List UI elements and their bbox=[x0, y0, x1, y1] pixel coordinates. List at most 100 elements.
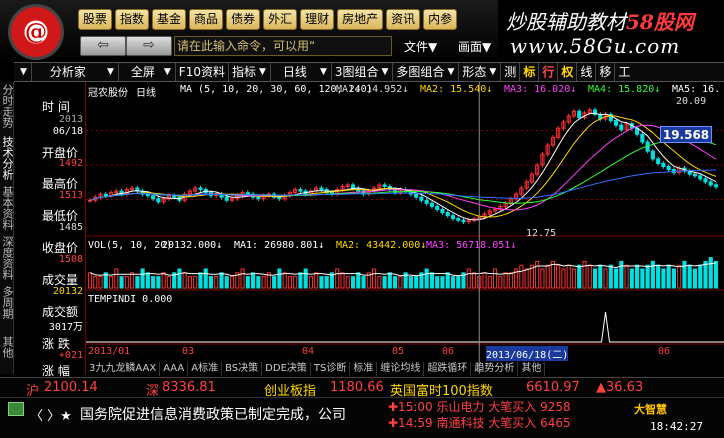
volume-bar bbox=[145, 272, 150, 289]
volume-bar bbox=[203, 268, 208, 289]
volume-bar bbox=[208, 276, 214, 289]
vtab-timeshare[interactable]: 分时走势 bbox=[1, 84, 14, 128]
back-button[interactable]: ⇦ bbox=[80, 36, 126, 56]
trade-row[interactable]: ✚15:00 乐山电力 大笔买入 9258 bbox=[388, 399, 626, 415]
btab-standard[interactable]: 标准 bbox=[350, 362, 378, 376]
btab-ts[interactable]: TS诊断 bbox=[311, 362, 351, 376]
volume-bar bbox=[424, 268, 429, 289]
vtab-basic[interactable]: 基本资料 bbox=[1, 186, 14, 230]
sh-value[interactable]: 2100.14 bbox=[44, 380, 98, 395]
ft-value[interactable]: 6610.97 bbox=[526, 380, 580, 395]
clock: 18:42:27 bbox=[650, 420, 703, 433]
cy-value[interactable]: 1180.66 bbox=[330, 380, 384, 395]
volume-bar bbox=[282, 272, 287, 289]
volume-bar bbox=[698, 264, 703, 289]
menu-insider[interactable]: 内参 bbox=[423, 9, 458, 30]
chevron-down-icon[interactable]: ▼ bbox=[259, 63, 270, 81]
candle-body bbox=[429, 202, 434, 207]
main-menu: 股票 指数 基金 商品 债券 外汇 理财 房地产 资讯 内参 bbox=[78, 9, 458, 30]
info-time-label: 时 间 bbox=[42, 100, 70, 114]
volume-bar bbox=[130, 272, 135, 289]
volume-bar bbox=[393, 276, 398, 289]
toolbar-f10[interactable]: F10资料 bbox=[174, 63, 228, 81]
menu-fund[interactable]: 基金 bbox=[152, 9, 187, 30]
menu-commodity[interactable]: 商品 bbox=[189, 9, 224, 30]
toolbar-indicator[interactable]: 指标 bbox=[227, 63, 259, 81]
candle-body bbox=[277, 196, 282, 200]
candle-body bbox=[692, 173, 698, 177]
btab-a-standard[interactable]: A标准 bbox=[188, 362, 223, 376]
ma4-name: MA4 bbox=[588, 84, 607, 95]
btab-jiulong[interactable]: 3九九龙鳞AAX bbox=[86, 362, 161, 376]
menu-news[interactable]: 资讯 bbox=[386, 9, 421, 30]
chevron-down-icon[interactable]: ▼ bbox=[382, 63, 393, 81]
mode-rights[interactable]: 权 bbox=[557, 63, 576, 81]
mode-mark[interactable]: 标 bbox=[519, 63, 538, 81]
kline-chart[interactable]: 冠农股份 日线 MA (5, 10, 20, 30, 60, 120, 240)… bbox=[86, 82, 724, 374]
volume-bar bbox=[429, 272, 434, 289]
btab-trend[interactable]: 趋势分析 bbox=[471, 362, 519, 376]
volume-bar bbox=[471, 272, 477, 289]
chevron-down-icon[interactable]: ▼ bbox=[447, 63, 458, 81]
menu-bond[interactable]: 债券 bbox=[226, 9, 261, 30]
toolbar-fullscreen[interactable]: 全屏 bbox=[117, 63, 158, 81]
mode-row[interactable]: 行 bbox=[538, 63, 557, 81]
chevron-down-icon[interactable]: ▼ bbox=[310, 63, 331, 81]
mode-tool[interactable]: 工 bbox=[614, 63, 633, 81]
volume-bar bbox=[166, 276, 171, 289]
btab-dde[interactable]: DDE决策 bbox=[262, 362, 311, 376]
volume-bar bbox=[229, 276, 235, 289]
ma5-num: 16. bbox=[702, 84, 721, 95]
candle-body bbox=[450, 215, 456, 220]
btab-bs[interactable]: BS决策 bbox=[222, 362, 263, 376]
app-mini-icon[interactable] bbox=[8, 402, 24, 416]
volume-bar bbox=[535, 260, 540, 289]
volume-bar bbox=[114, 268, 119, 289]
news-nav-controls[interactable]: 〈 〉★ bbox=[30, 405, 72, 424]
menu-realestate[interactable]: 房地产 bbox=[337, 9, 384, 30]
brand-logo: 大智慧 bbox=[634, 403, 667, 416]
toolbar-analyst[interactable]: 分析家 bbox=[30, 63, 89, 81]
chevron-down-icon[interactable]: ▼ bbox=[89, 63, 118, 81]
volume-bar bbox=[635, 264, 640, 289]
chart-canvas[interactable] bbox=[86, 82, 724, 374]
btab-other[interactable]: 其他 bbox=[518, 362, 546, 376]
file-menu[interactable]: 文件▼ bbox=[404, 38, 437, 55]
ma1-num: 14.952↓ bbox=[366, 84, 409, 95]
menu-stocks[interactable]: 股票 bbox=[78, 9, 113, 30]
btab-chanlun[interactable]: 缠论均线 bbox=[377, 362, 425, 376]
menu-finance[interactable]: 理财 bbox=[300, 9, 335, 30]
app-logo[interactable]: @ bbox=[8, 4, 64, 60]
forward-button[interactable]: ⇨ bbox=[126, 36, 172, 56]
btab-aaa[interactable]: AAA bbox=[160, 362, 189, 376]
vtab-multiperiod[interactable]: 多周期 bbox=[1, 286, 14, 319]
mode-move[interactable]: 移 bbox=[595, 63, 614, 81]
toolbar-pattern[interactable]: 形态 bbox=[458, 63, 489, 81]
candle-body bbox=[103, 193, 108, 197]
vol-label: VOL(5, 10, 20) bbox=[88, 240, 173, 251]
mode-measure[interactable]: 测 bbox=[500, 63, 519, 81]
menu-index[interactable]: 指数 bbox=[115, 9, 150, 30]
volume-bar bbox=[256, 276, 261, 289]
chevron-down-icon[interactable]: ▼ bbox=[20, 63, 31, 81]
toolbar-multichart[interactable]: 多图组合 bbox=[392, 63, 447, 81]
menu-forex[interactable]: 外汇 bbox=[263, 9, 298, 30]
toolbar-daily[interactable]: 日线 bbox=[269, 63, 310, 81]
ad-banner[interactable]: 炒股辅助教材58股网 www.58Gu.com bbox=[498, 0, 724, 62]
vtab-deep[interactable]: 深度资料 bbox=[1, 236, 14, 280]
command-input[interactable]: 请在此输入命令，可以用“ bbox=[174, 36, 392, 56]
toolbar-3chart[interactable]: 3图组合 bbox=[330, 63, 382, 81]
chevron-down-icon[interactable]: ▼ bbox=[158, 63, 175, 81]
volume-bar bbox=[240, 268, 245, 289]
mode-line[interactable]: 线 bbox=[576, 63, 595, 81]
btab-oversold[interactable]: 超跌循环 bbox=[424, 362, 472, 376]
screen-menu[interactable]: 画面▼ bbox=[458, 38, 491, 55]
vtab-other[interactable]: 其他 bbox=[1, 336, 14, 358]
chevron-down-icon[interactable]: ▼ bbox=[489, 63, 500, 81]
trade-row[interactable]: ✚14:59 南通科技 大笔买入 6465 bbox=[388, 415, 626, 431]
sz-value[interactable]: 8336.81 bbox=[162, 380, 216, 395]
news-ticker[interactable]: 国务院促进信息消费政策已制定完成，公司 bbox=[80, 404, 380, 424]
volume-bar bbox=[214, 276, 219, 289]
candle-body bbox=[619, 124, 624, 131]
vtab-technical[interactable]: 技术分析 bbox=[1, 136, 14, 180]
